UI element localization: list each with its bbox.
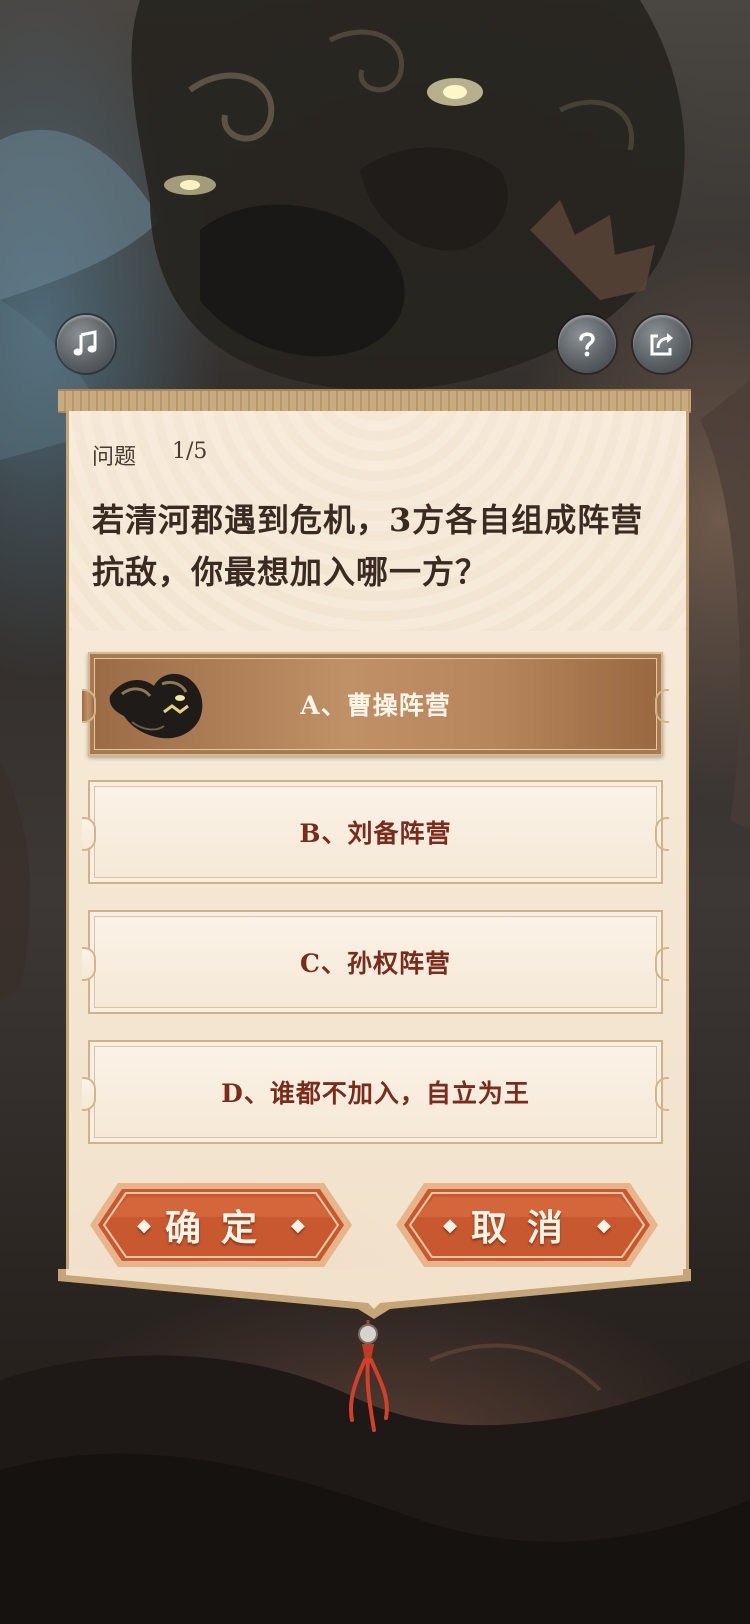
card-bottom-edge (58, 1269, 691, 1319)
option-d[interactable]: D、谁都不加入，自立为王 (82, 1040, 669, 1144)
option-label: D、谁都不加入，自立为王 (221, 1079, 530, 1108)
diamond-icon: ◆ (443, 1214, 457, 1236)
cancel-button[interactable]: ◆ 取消 ◆ (394, 1181, 660, 1269)
help-button[interactable] (558, 315, 616, 373)
option-label: B、刘备阵营 (299, 819, 452, 848)
confirm-label: 确定 (164, 1207, 277, 1249)
tassel-ornament-icon (349, 1320, 389, 1432)
question-text: 若清河郡遇到危机，3方各自组成阵营抗敌，你最想加入哪一方？ (92, 501, 644, 591)
question-mark-icon (579, 332, 595, 357)
card-top-border (58, 389, 691, 413)
option-b[interactable]: B、刘备阵营 (82, 780, 669, 884)
diamond-icon: ◆ (597, 1214, 611, 1236)
dark-beast-emblem-icon (109, 673, 203, 739)
music-button[interactable] (57, 315, 115, 373)
option-label: A、曹操阵营 (300, 691, 451, 720)
diamond-icon: ◆ (137, 1214, 151, 1236)
question-progress: 1/5 (172, 439, 208, 464)
question-meta: 问题 1/5 (92, 439, 207, 471)
share-icon (650, 333, 673, 356)
confirm-button[interactable]: ◆ 确定 ◆ (88, 1181, 354, 1269)
music-note-icon (73, 330, 97, 356)
option-c[interactable]: C、孙权阵营 (82, 910, 669, 1014)
share-button[interactable] (633, 315, 691, 373)
question-label: 问题 (92, 445, 137, 470)
diamond-icon: ◆ (291, 1214, 305, 1236)
quiz-card: 问题 1/5 若清河郡遇到危机，3方各自组成阵营抗敌，你最想加入哪一方？ A、曹… (58, 389, 691, 1319)
cancel-label: 取消 (470, 1207, 583, 1249)
option-label: C、孙权阵营 (300, 949, 451, 978)
option-a[interactable]: A、曹操阵营 (82, 652, 669, 756)
